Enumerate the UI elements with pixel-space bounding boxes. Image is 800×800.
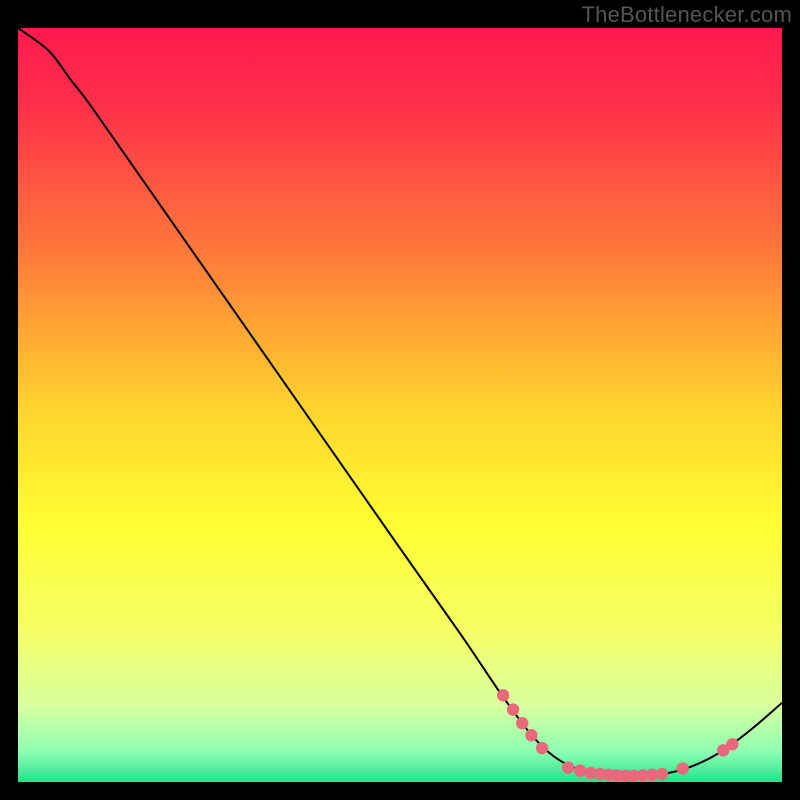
data-marker <box>562 761 574 773</box>
data-marker <box>536 742 548 754</box>
data-marker <box>516 717 528 729</box>
chart-frame: TheBottlenecker.com <box>0 0 800 800</box>
data-marker <box>656 768 668 780</box>
chart-svg <box>18 28 782 782</box>
data-marker <box>676 762 688 774</box>
data-marker <box>574 764 586 776</box>
data-marker <box>497 689 509 701</box>
gradient-background <box>18 28 782 782</box>
data-marker <box>726 738 738 750</box>
watermark-label: TheBottlenecker.com <box>582 2 792 28</box>
plot-area <box>18 28 782 782</box>
data-marker <box>507 703 519 715</box>
data-marker <box>525 729 537 741</box>
